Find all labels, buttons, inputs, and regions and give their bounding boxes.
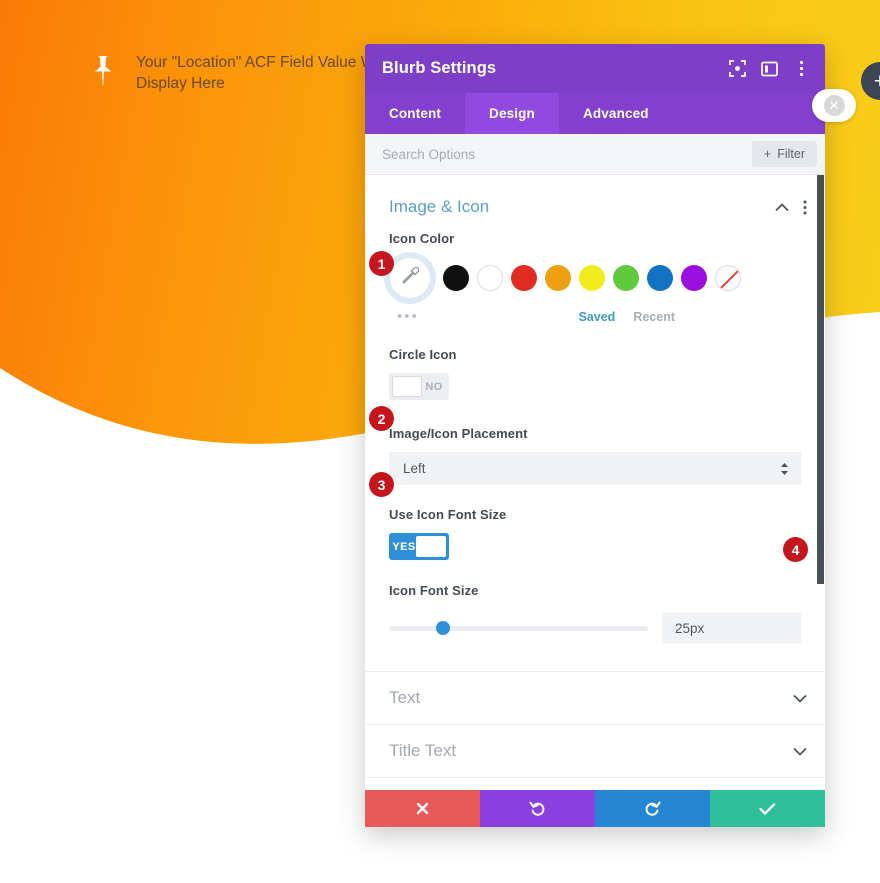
field-icon-font-size: Icon Font Size 25px bbox=[365, 560, 825, 671]
blurb-settings-modal: Blurb Settings Content Design Advanced S… bbox=[365, 44, 825, 827]
icon-font-size-control: 25px bbox=[389, 609, 801, 643]
undo-button[interactable] bbox=[480, 790, 595, 827]
save-button[interactable] bbox=[710, 790, 825, 827]
chevron-down-icon bbox=[793, 747, 807, 756]
placement-label: Image/Icon Placement bbox=[389, 426, 528, 441]
map-pin-icon bbox=[92, 54, 114, 88]
circle-icon-toggle[interactable]: NO bbox=[389, 373, 449, 400]
tab-design[interactable]: Design bbox=[465, 93, 559, 134]
eyedropper-button[interactable] bbox=[389, 257, 431, 299]
check-icon bbox=[759, 802, 776, 816]
tab-content[interactable]: Content bbox=[365, 93, 465, 134]
field-circle-icon: Circle Icon NO bbox=[365, 325, 825, 402]
icon-font-size-label: Icon Font Size bbox=[389, 583, 479, 598]
toggle-knob bbox=[392, 376, 422, 397]
filter-button-label: Filter bbox=[777, 147, 805, 161]
redo-button[interactable] bbox=[595, 790, 710, 827]
use-icon-font-size-label: Use Icon Font Size bbox=[389, 507, 507, 522]
eyedropper-icon bbox=[401, 266, 420, 290]
layout-panel-icon[interactable] bbox=[760, 59, 779, 78]
search-input[interactable] bbox=[382, 146, 752, 162]
section-text[interactable]: Text bbox=[365, 671, 825, 724]
slider-handle[interactable] bbox=[436, 621, 451, 635]
scrollbar-thumb[interactable] bbox=[817, 175, 824, 584]
placement-select-value: Left bbox=[403, 461, 426, 476]
chevron-up-icon[interactable] bbox=[775, 202, 789, 212]
search-bar: + Filter bbox=[365, 134, 825, 175]
use-icon-font-size-toggle-value: YES bbox=[392, 540, 416, 553]
swatch-black[interactable] bbox=[443, 265, 469, 291]
modal-body: Image & Icon Icon Color ••• Saved Recent… bbox=[365, 175, 825, 790]
modal-footer bbox=[365, 790, 825, 827]
section-image-and-icon: Image & Icon Icon Color ••• Saved Recent… bbox=[365, 175, 825, 671]
section-title: Image & Icon bbox=[389, 197, 490, 216]
color-tab-recent[interactable]: Recent bbox=[633, 310, 675, 324]
use-icon-font-size-toggle[interactable]: YES bbox=[389, 533, 449, 560]
close-icon bbox=[415, 801, 430, 816]
swatch-red[interactable] bbox=[511, 265, 537, 291]
field-placement: Image/Icon Placement Left bbox=[365, 402, 825, 485]
swatch-yellow[interactable] bbox=[579, 265, 605, 291]
swatch-none[interactable] bbox=[715, 265, 741, 291]
filter-button[interactable]: + Filter bbox=[751, 141, 817, 167]
undo-icon bbox=[529, 800, 546, 817]
page-title: Blurb Settings bbox=[382, 59, 497, 77]
icon-font-size-slider[interactable] bbox=[389, 621, 648, 635]
section-title-text[interactable]: Title Text bbox=[365, 724, 825, 777]
close-icon: ✕ bbox=[823, 95, 845, 116]
more-vertical-icon[interactable] bbox=[792, 59, 811, 78]
section-title-text-label: Title Text bbox=[389, 741, 457, 760]
chevron-updown-icon bbox=[780, 462, 789, 476]
swatch-purple[interactable] bbox=[681, 265, 707, 291]
annotation-badge-1: 1 bbox=[369, 251, 394, 276]
fullscreen-icon[interactable] bbox=[728, 59, 747, 78]
field-icon-color: Icon Color ••• Saved Recent bbox=[365, 231, 825, 325]
swatch-orange[interactable] bbox=[545, 265, 571, 291]
annotation-badge-3: 3 bbox=[369, 472, 394, 497]
cancel-button[interactable] bbox=[365, 790, 480, 827]
section-header[interactable]: Image & Icon bbox=[365, 175, 825, 231]
circle-icon-toggle-value: NO bbox=[425, 380, 443, 393]
modal-tabs: Content Design Advanced bbox=[365, 93, 825, 134]
annotation-badge-2: 2 bbox=[369, 406, 394, 431]
swatch-green[interactable] bbox=[613, 265, 639, 291]
more-colors-icon[interactable]: ••• bbox=[397, 308, 419, 325]
field-use-icon-font-size: Use Icon Font Size YES bbox=[365, 485, 825, 560]
plus-icon: + bbox=[763, 147, 772, 161]
redo-icon bbox=[644, 800, 661, 817]
placement-select[interactable]: Left bbox=[389, 452, 801, 485]
annotation-badge-4: 4 bbox=[783, 537, 808, 562]
swatch-white[interactable] bbox=[477, 265, 503, 291]
close-preview-button[interactable]: ✕ bbox=[812, 89, 856, 122]
modal-header-icons bbox=[728, 59, 811, 78]
icon-font-size-value[interactable]: 25px bbox=[662, 613, 801, 643]
circle-icon-label: Circle Icon bbox=[389, 347, 457, 362]
plus-icon: + bbox=[873, 69, 880, 93]
screenshot-root: Your "Location" ACF Field Value Will Dis… bbox=[0, 0, 880, 883]
modal-header: Blurb Settings bbox=[365, 44, 825, 93]
section-text-label: Text bbox=[389, 688, 421, 707]
color-swatch-row bbox=[389, 257, 801, 299]
section-body-text[interactable]: Body Text bbox=[365, 777, 825, 790]
more-vertical-icon[interactable] bbox=[803, 200, 807, 215]
swatch-blue[interactable] bbox=[647, 265, 673, 291]
modal-scrollbar[interactable] bbox=[816, 175, 825, 790]
chevron-down-icon bbox=[793, 694, 807, 703]
icon-color-label: Icon Color bbox=[389, 231, 455, 246]
color-meta-row: ••• Saved Recent bbox=[397, 299, 801, 325]
toggle-knob bbox=[416, 536, 446, 557]
tab-advanced[interactable]: Advanced bbox=[559, 93, 673, 134]
color-tab-saved[interactable]: Saved bbox=[578, 310, 615, 324]
